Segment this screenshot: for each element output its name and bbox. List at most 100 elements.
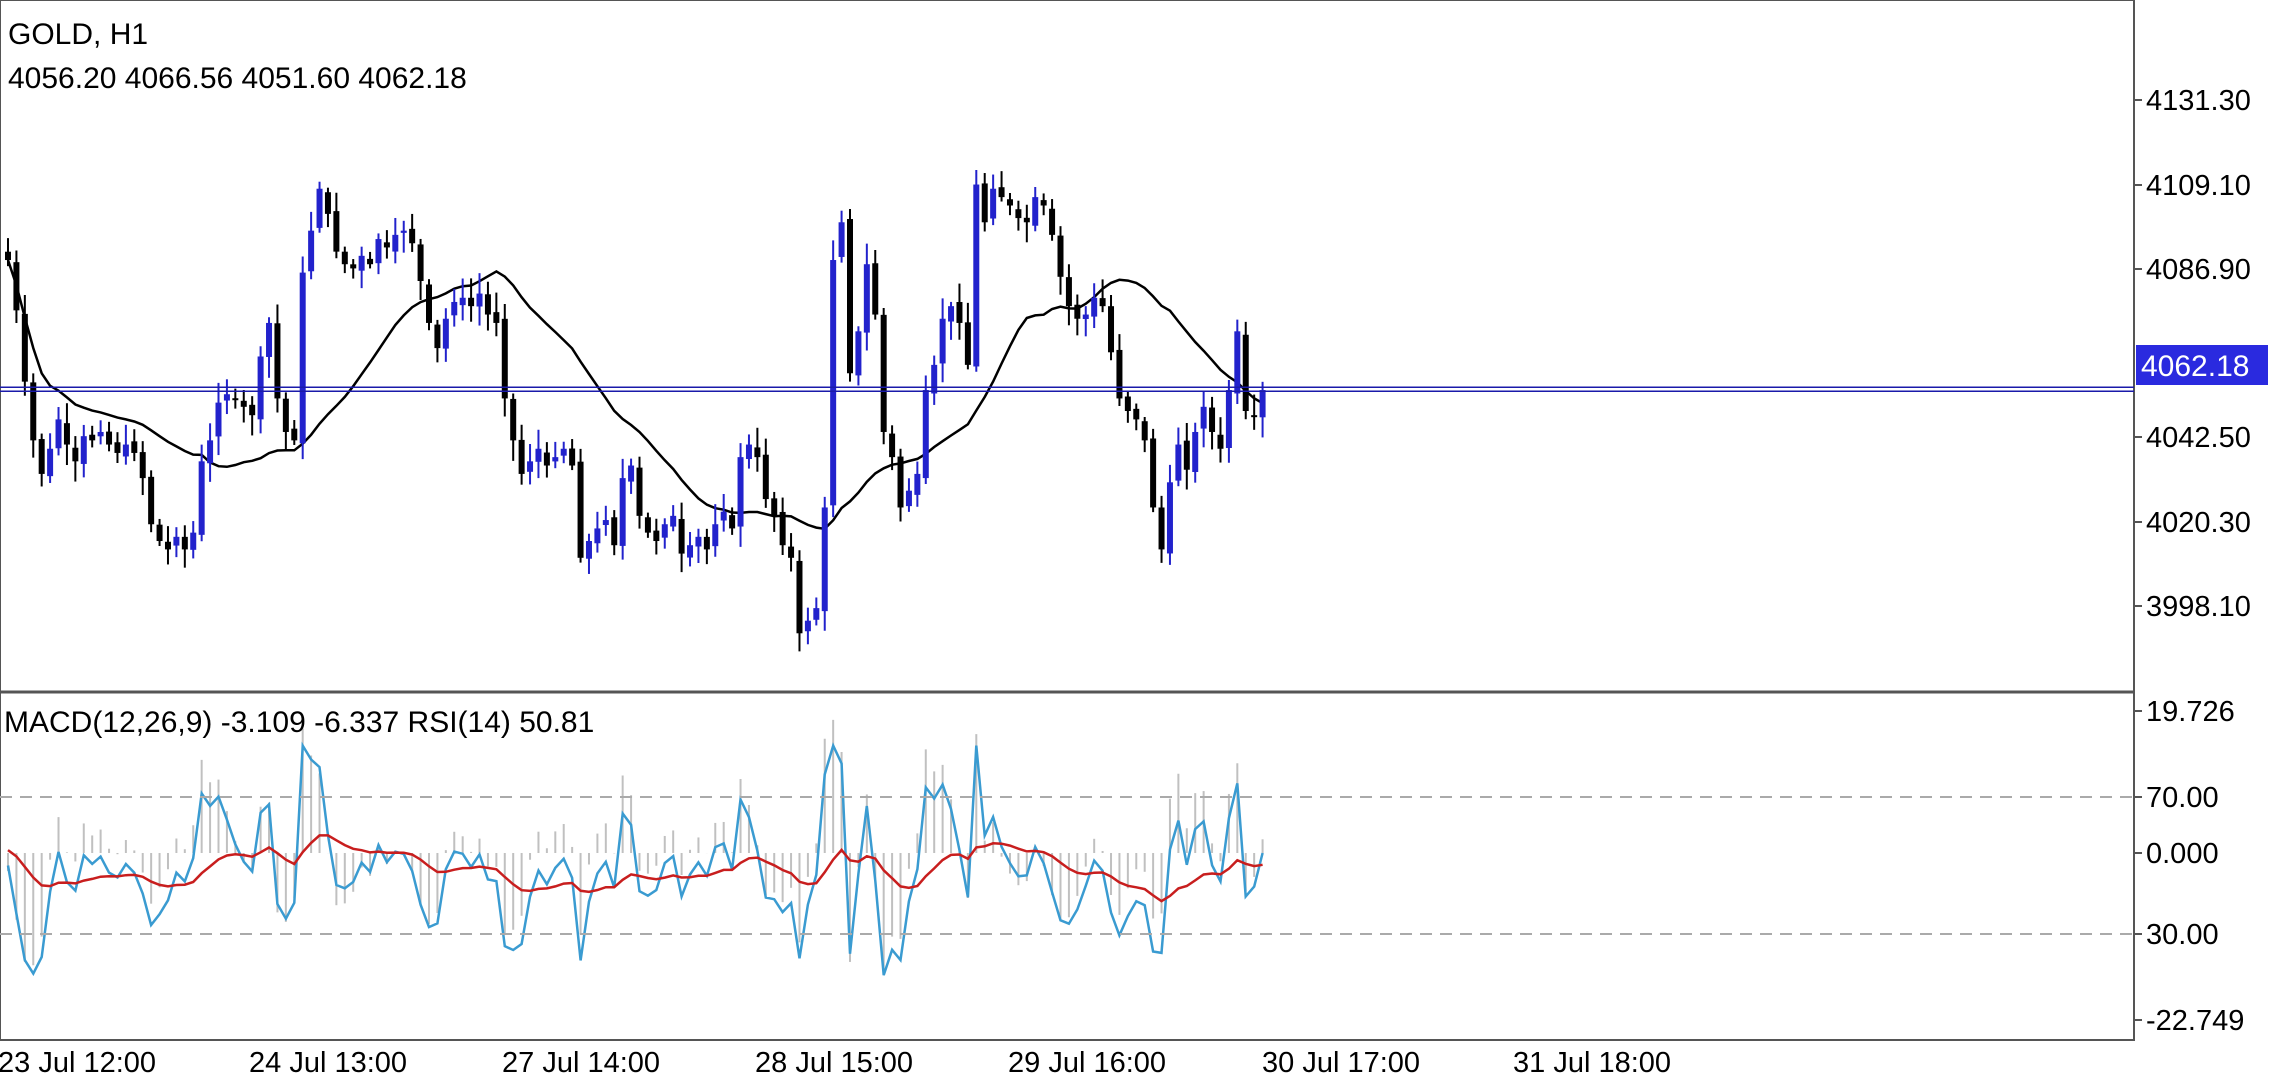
- candle[interactable]: [106, 421, 113, 452]
- candle[interactable]: [720, 494, 727, 532]
- candle[interactable]: [1158, 495, 1165, 563]
- candle[interactable]: [678, 502, 685, 573]
- candle[interactable]: [661, 518, 668, 549]
- candle[interactable]: [282, 392, 289, 450]
- candle[interactable]: [788, 533, 795, 572]
- candle[interactable]: [611, 510, 618, 556]
- candle[interactable]: [249, 396, 256, 436]
- candle[interactable]: [47, 433, 54, 483]
- candle[interactable]: [215, 382, 222, 456]
- candle[interactable]: [1074, 294, 1081, 336]
- candle[interactable]: [1150, 428, 1157, 513]
- candle[interactable]: [863, 243, 870, 351]
- candle[interactable]: [1082, 306, 1089, 337]
- candle[interactable]: [585, 533, 592, 574]
- candle[interactable]: [1116, 334, 1123, 406]
- candle[interactable]: [821, 496, 828, 631]
- candle[interactable]: [198, 444, 205, 542]
- candle[interactable]: [493, 292, 500, 337]
- candle[interactable]: [998, 171, 1005, 202]
- candle[interactable]: [442, 308, 449, 362]
- candle[interactable]: [779, 497, 786, 556]
- candle[interactable]: [552, 441, 559, 469]
- candle[interactable]: [804, 607, 811, 645]
- candle[interactable]: [905, 478, 912, 512]
- candle[interactable]: [1242, 321, 1249, 420]
- candle[interactable]: [173, 527, 180, 558]
- candle[interactable]: [847, 209, 853, 382]
- candle[interactable]: [417, 238, 424, 300]
- candle[interactable]: [754, 427, 761, 472]
- candle[interactable]: [619, 458, 626, 560]
- candle[interactable]: [367, 251, 374, 269]
- candle[interactable]: [5, 238, 11, 267]
- candle[interactable]: [535, 429, 542, 479]
- candle[interactable]: [1175, 427, 1182, 487]
- candle[interactable]: [981, 173, 988, 232]
- candle[interactable]: [1200, 391, 1207, 448]
- candle[interactable]: [63, 403, 70, 466]
- candle[interactable]: [973, 170, 980, 372]
- candle[interactable]: [181, 525, 188, 568]
- candle[interactable]: [148, 470, 155, 533]
- candle[interactable]: [1006, 193, 1013, 216]
- candle[interactable]: [308, 211, 315, 280]
- candle[interactable]: [560, 441, 567, 464]
- candle[interactable]: [897, 448, 904, 522]
- candle[interactable]: [880, 308, 887, 445]
- candle[interactable]: [653, 518, 660, 555]
- candle[interactable]: [1141, 417, 1148, 453]
- candle[interactable]: [830, 240, 837, 518]
- candle[interactable]: [644, 512, 651, 538]
- candle[interactable]: [434, 319, 441, 363]
- candle[interactable]: [358, 246, 365, 289]
- candle[interactable]: [695, 528, 702, 563]
- candle[interactable]: [838, 210, 845, 263]
- candle[interactable]: [670, 505, 677, 532]
- candle[interactable]: [484, 281, 491, 331]
- candle[interactable]: [813, 597, 820, 626]
- candle[interactable]: [1183, 423, 1190, 490]
- candle[interactable]: [712, 504, 719, 557]
- candle[interactable]: [333, 192, 340, 259]
- candle[interactable]: [266, 317, 273, 378]
- candle[interactable]: [72, 436, 79, 482]
- candle[interactable]: [139, 441, 146, 496]
- candle[interactable]: [796, 550, 803, 652]
- candle[interactable]: [990, 174, 997, 226]
- candle[interactable]: [1133, 403, 1140, 431]
- candles-layer[interactable]: [5, 170, 1266, 652]
- candle[interactable]: [1192, 422, 1199, 483]
- candle[interactable]: [1166, 464, 1173, 565]
- candle[interactable]: [510, 393, 517, 461]
- candle[interactable]: [164, 526, 171, 565]
- candle[interactable]: [156, 518, 163, 547]
- candle[interactable]: [38, 433, 45, 487]
- candle[interactable]: [636, 456, 643, 529]
- candle[interactable]: [97, 420, 104, 445]
- candle[interactable]: [274, 304, 281, 413]
- candle[interactable]: [13, 250, 20, 324]
- candle[interactable]: [1023, 204, 1030, 243]
- candle[interactable]: [392, 217, 399, 264]
- candle[interactable]: [1099, 279, 1106, 313]
- candle[interactable]: [426, 279, 432, 331]
- candle[interactable]: [602, 505, 609, 536]
- candle[interactable]: [1209, 396, 1216, 450]
- candle[interactable]: [956, 283, 963, 340]
- candle[interactable]: [1124, 390, 1131, 423]
- candle[interactable]: [55, 407, 62, 456]
- candle[interactable]: [855, 326, 862, 386]
- candle[interactable]: [375, 233, 382, 275]
- candle[interactable]: [1040, 193, 1047, 216]
- candle[interactable]: [80, 424, 87, 478]
- candle[interactable]: [745, 434, 752, 469]
- candle[interactable]: [240, 390, 247, 423]
- candle[interactable]: [1049, 199, 1056, 241]
- candle[interactable]: [324, 187, 331, 228]
- candle[interactable]: [964, 302, 971, 370]
- candle[interactable]: [1091, 283, 1098, 329]
- candle[interactable]: [383, 230, 390, 259]
- candle[interactable]: [939, 298, 946, 383]
- candle[interactable]: [451, 288, 458, 327]
